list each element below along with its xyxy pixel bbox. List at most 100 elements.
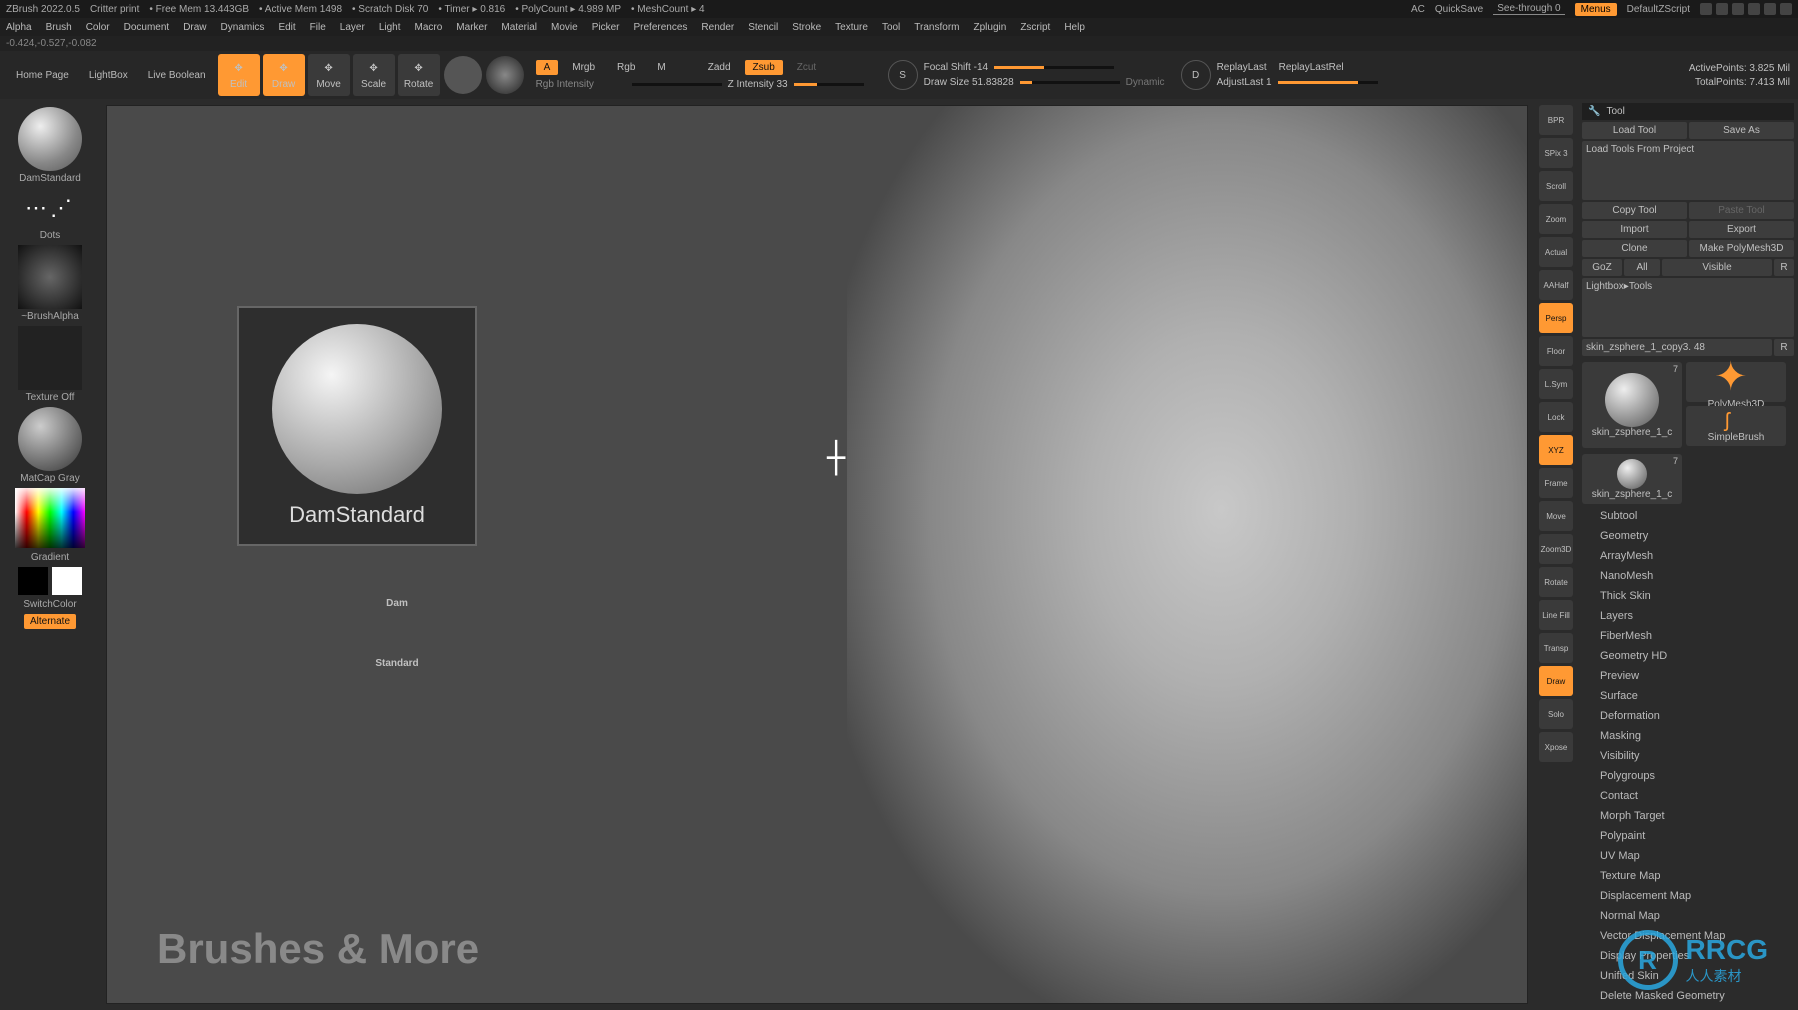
paste-tool-button[interactable]: Paste Tool xyxy=(1689,202,1794,219)
section-geometry-hd[interactable]: Geometry HD xyxy=(1582,646,1794,666)
color-picker[interactable] xyxy=(15,488,85,548)
nav-xyz-button[interactable]: XYZ xyxy=(1539,435,1573,465)
tool-thumb-polymesh[interactable]: ✦ PolyMesh3D xyxy=(1686,362,1786,402)
tool-thumb-2[interactable]: 7 skin_zsphere_1_c xyxy=(1582,454,1682,504)
nav-persp-button[interactable]: Persp xyxy=(1539,303,1573,333)
section-polygroups[interactable]: Polygroups xyxy=(1582,766,1794,786)
alternate-button[interactable]: Alternate xyxy=(24,614,76,629)
zadd-button[interactable]: Zadd xyxy=(700,60,739,75)
live-boolean-button[interactable]: Live Boolean xyxy=(140,66,214,85)
section-displacement-map[interactable]: Displacement Map xyxy=(1582,886,1794,906)
nav-frame-button[interactable]: Frame xyxy=(1539,468,1573,498)
z-intensity-label[interactable]: Z Intensity 33 xyxy=(728,79,788,90)
menu-texture[interactable]: Texture xyxy=(835,22,868,33)
section-texture-map[interactable]: Texture Map xyxy=(1582,866,1794,886)
m-button[interactable]: M xyxy=(649,60,673,75)
section-fibermesh[interactable]: FiberMesh xyxy=(1582,626,1794,646)
minimize-icon[interactable] xyxy=(1748,3,1760,15)
section-deformation[interactable]: Deformation xyxy=(1582,706,1794,726)
nav-draw-button[interactable]: Draw xyxy=(1539,666,1573,696)
see-through-slider[interactable]: See-through 0 xyxy=(1493,3,1564,15)
edit-mode-button[interactable]: ✥Edit xyxy=(218,54,260,96)
load-tools-project-button[interactable]: Load Tools From Project xyxy=(1582,141,1794,200)
rotate-mode-button[interactable]: ✥Rotate xyxy=(398,54,440,96)
section-nanomesh[interactable]: NanoMesh xyxy=(1582,566,1794,586)
nav-transp-button[interactable]: Transp xyxy=(1539,633,1573,663)
layout-icon-2[interactable] xyxy=(1716,3,1728,15)
swatch-black[interactable] xyxy=(18,567,48,595)
tool-thumb-simplebrush[interactable]: ʃ SimpleBrush xyxy=(1686,406,1786,446)
home-page-button[interactable]: Home Page xyxy=(8,66,77,85)
switch-color-button[interactable]: SwitchColor xyxy=(23,599,76,610)
menu-picker[interactable]: Picker xyxy=(592,22,620,33)
scale-mode-button[interactable]: ✥Scale xyxy=(353,54,395,96)
draw-size-label[interactable]: Draw Size 51.83828 xyxy=(924,77,1014,88)
nav-line-fill-button[interactable]: Line Fill xyxy=(1539,600,1573,630)
move-mode-button[interactable]: ✥Move xyxy=(308,54,350,96)
section-layers[interactable]: Layers xyxy=(1582,606,1794,626)
menu-draw[interactable]: Draw xyxy=(183,22,206,33)
section-masking[interactable]: Masking xyxy=(1582,726,1794,746)
section-polypaint[interactable]: Polypaint xyxy=(1582,826,1794,846)
menu-zplugin[interactable]: Zplugin xyxy=(974,22,1007,33)
default-zscript[interactable]: DefaultZScript xyxy=(1627,4,1690,15)
nav-zoom3d-button[interactable]: Zoom3D xyxy=(1539,534,1573,564)
quicksave-button[interactable]: QuickSave xyxy=(1435,4,1483,15)
nav-move-button[interactable]: Move xyxy=(1539,501,1573,531)
menu-light[interactable]: Light xyxy=(379,22,401,33)
export-button[interactable]: Export xyxy=(1689,221,1794,238)
menu-color[interactable]: Color xyxy=(86,22,110,33)
clone-button[interactable]: Clone xyxy=(1582,240,1687,257)
nav-floor-button[interactable]: Floor xyxy=(1539,336,1573,366)
nav-xpose-button[interactable]: Xpose xyxy=(1539,732,1573,762)
layout-icon-3[interactable] xyxy=(1732,3,1744,15)
viewport[interactable]: DamStandard DamStandard Brushes & More ┼ xyxy=(106,105,1528,1004)
section-subtool[interactable]: Subtool xyxy=(1582,506,1794,526)
lightbox-button[interactable]: LightBox xyxy=(81,66,136,85)
focal-shift-slider[interactable] xyxy=(994,66,1114,69)
swatch-white[interactable] xyxy=(52,567,82,595)
dynamic-label[interactable]: Dynamic xyxy=(1126,77,1165,88)
section-morph-target[interactable]: Morph Target xyxy=(1582,806,1794,826)
goz-r-button[interactable]: R xyxy=(1774,259,1794,276)
zsub-button[interactable]: Zsub xyxy=(745,60,783,75)
section-arraymesh[interactable]: ArrayMesh xyxy=(1582,546,1794,566)
nav-aahalf-button[interactable]: AAHalf xyxy=(1539,270,1573,300)
nav-rotate-button[interactable]: Rotate xyxy=(1539,567,1573,597)
tool-panel-header[interactable]: 🔧 Tool xyxy=(1582,103,1794,120)
alpha-slot[interactable]: ~BrushAlpha xyxy=(10,245,90,322)
section-contact[interactable]: Contact xyxy=(1582,786,1794,806)
rgb-button[interactable]: Rgb xyxy=(609,60,643,75)
texture-slot[interactable]: Texture Off xyxy=(10,326,90,403)
menu-macro[interactable]: Macro xyxy=(415,22,443,33)
import-button[interactable]: Import xyxy=(1582,221,1687,238)
menu-movie[interactable]: Movie xyxy=(551,22,578,33)
close-icon[interactable] xyxy=(1780,3,1792,15)
menu-zscript[interactable]: Zscript xyxy=(1020,22,1050,33)
load-tool-button[interactable]: Load Tool xyxy=(1582,122,1687,139)
tool-name-field[interactable]: skin_zsphere_1_copy3. 48 xyxy=(1582,339,1772,356)
replay-last-rel-button[interactable]: ReplayLastRel xyxy=(1279,62,1344,73)
rgb-intensity-label[interactable]: Rgb Intensity xyxy=(536,79,626,90)
maximize-icon[interactable] xyxy=(1764,3,1776,15)
nav-lock-button[interactable]: Lock xyxy=(1539,402,1573,432)
tool-r-button[interactable]: R xyxy=(1774,339,1794,356)
make-polymesh-button[interactable]: Make PolyMesh3D xyxy=(1689,240,1794,257)
menu-document[interactable]: Document xyxy=(124,22,170,33)
nav-bpr-button[interactable]: BPR xyxy=(1539,105,1573,135)
menu-dynamics[interactable]: Dynamics xyxy=(221,22,265,33)
d-dial-icon[interactable]: D xyxy=(1181,60,1211,90)
section-surface[interactable]: Surface xyxy=(1582,686,1794,706)
menu-stroke[interactable]: Stroke xyxy=(792,22,821,33)
section-visibility[interactable]: Visibility xyxy=(1582,746,1794,766)
zcut-button[interactable]: Zcut xyxy=(789,60,824,75)
adjust-last-label[interactable]: AdjustLast 1 xyxy=(1217,77,1272,88)
gizmo-circle-2[interactable] xyxy=(486,56,524,94)
lightbox-tools-button[interactable]: Lightbox▸Tools xyxy=(1582,278,1794,337)
draw-mode-button[interactable]: ✥Draw xyxy=(263,54,305,96)
layout-icon-1[interactable] xyxy=(1700,3,1712,15)
section-geometry[interactable]: Geometry xyxy=(1582,526,1794,546)
menu-tool[interactable]: Tool xyxy=(882,22,900,33)
menu-file[interactable]: File xyxy=(310,22,326,33)
menu-stencil[interactable]: Stencil xyxy=(748,22,778,33)
